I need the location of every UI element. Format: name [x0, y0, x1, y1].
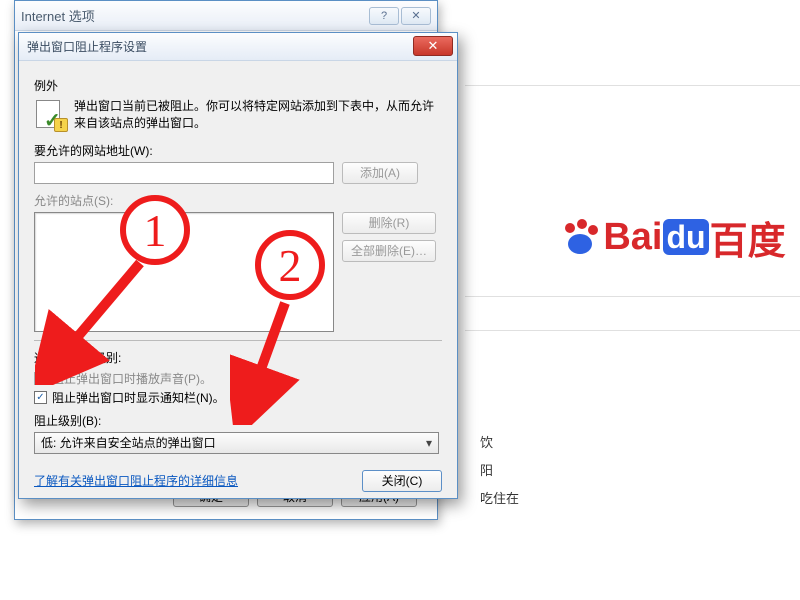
popup-icon: ✓ ! [34, 98, 66, 130]
allowed-label: 允许的站点(S): [34, 192, 442, 209]
annotation-circle-1: 1 [120, 195, 190, 265]
infobar-checkbox[interactable]: ✓ [34, 391, 47, 404]
bg-divider [465, 296, 800, 297]
annotation-arrow-2 [230, 295, 310, 425]
pd-titlebar: 弹出窗口阻止程序设置 ✕ [19, 33, 457, 61]
bg-divider [465, 85, 800, 86]
address-input[interactable] [34, 162, 334, 184]
add-button[interactable]: 添加(A) [342, 162, 418, 184]
annotation-number: 2 [279, 239, 302, 292]
dialog-close-ok-button[interactable]: 关闭(C) [362, 470, 442, 492]
bg-text: 饮 [480, 432, 493, 451]
description-row: ✓ ! 弹出窗口当前已被阻止。你可以将特定网站添加到下表中，从而允许来自该站点的… [34, 98, 442, 132]
remove-all-button[interactable]: 全部删除(E)… [342, 240, 436, 262]
baidu-du: du [663, 219, 708, 255]
help-button[interactable]: ? [369, 7, 399, 25]
bg-divider [465, 330, 800, 331]
ie-title: Internet 选项 [21, 6, 369, 25]
baidu-logo: Baidu百度 [560, 210, 786, 265]
bg-text: 吃住在 [480, 488, 519, 507]
address-label: 要允许的网站地址(W): [34, 142, 442, 159]
more-info-link[interactable]: 了解有关弹出窗口阻止程序的详细信息 [34, 472, 238, 489]
combo-value: 低: 允许来自安全站点的弹出窗口 [41, 434, 216, 451]
description-text: 弹出窗口当前已被阻止。你可以将特定网站添加到下表中，从而允许来自该站点的弹出窗口… [74, 98, 442, 132]
remove-button[interactable]: 删除(R) [342, 212, 436, 234]
close-button[interactable]: ✕ [401, 7, 431, 25]
baidu-cn: 百度 [710, 221, 786, 263]
exceptions-label: 例外 [34, 77, 442, 94]
annotation-arrow-1 [35, 255, 165, 385]
baidu-bai: Bai [603, 216, 662, 258]
annotation-number: 1 [144, 204, 167, 257]
blocking-level-combo[interactable]: 低: 允许来自安全站点的弹出窗口 [34, 432, 439, 454]
pd-title: 弹出窗口阻止程序设置 [27, 38, 147, 55]
bg-text: 阳 [480, 460, 493, 479]
annotation-circle-2: 2 [255, 230, 325, 300]
paw-icon [560, 216, 600, 259]
infobar-check-label: 阻止弹出窗口时显示通知栏(N)。 [52, 389, 225, 406]
dialog-close-button[interactable]: ✕ [413, 36, 453, 56]
ie-titlebar: Internet 选项 ? ✕ [15, 1, 437, 31]
